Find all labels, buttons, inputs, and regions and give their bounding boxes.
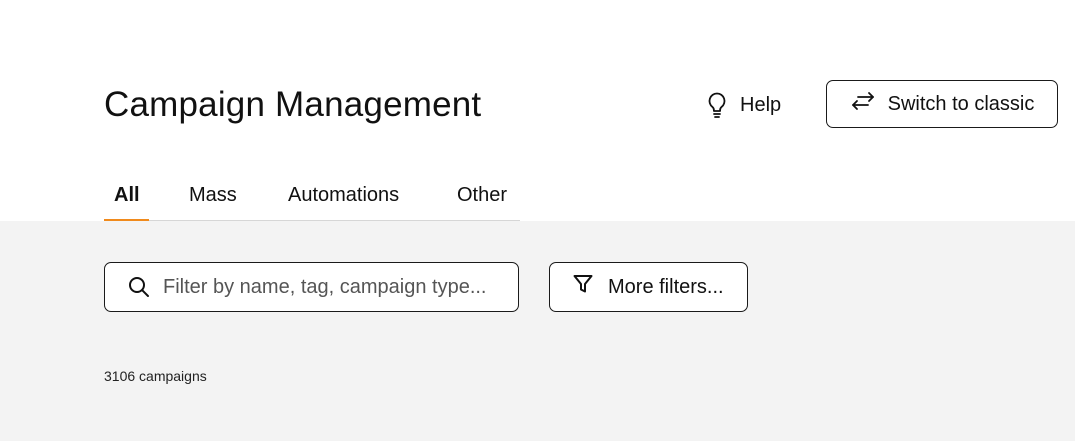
content-area: [0, 221, 1075, 441]
campaign-count: 3106 campaigns: [104, 368, 207, 384]
page-header: Campaign Management Help Switch to class…: [0, 0, 1075, 221]
more-filters-button[interactable]: More filters...: [549, 262, 748, 312]
tab-other[interactable]: Other: [457, 182, 507, 208]
campaign-tabs: All Mass Automations Other: [104, 170, 520, 221]
tab-all[interactable]: All: [114, 182, 140, 208]
search-icon: [127, 275, 151, 299]
search-field[interactable]: [104, 262, 519, 312]
search-input[interactable]: [163, 275, 503, 299]
page-title: Campaign Management: [104, 85, 482, 124]
lightbulb-icon: [706, 91, 728, 119]
tab-mass[interactable]: Mass: [189, 182, 237, 208]
more-filters-label: More filters...: [608, 275, 724, 298]
swap-arrows-icon: [850, 91, 876, 117]
tab-automations[interactable]: Automations: [288, 182, 399, 208]
switch-label: Switch to classic: [887, 92, 1035, 115]
help-label: Help: [740, 93, 782, 116]
switch-to-classic-button[interactable]: Switch to classic: [826, 80, 1058, 128]
help-link[interactable]: Help: [706, 88, 781, 122]
filter-funnel-icon: [572, 273, 594, 301]
campaign-management-page: Campaign Management Help Switch to class…: [0, 0, 1075, 441]
